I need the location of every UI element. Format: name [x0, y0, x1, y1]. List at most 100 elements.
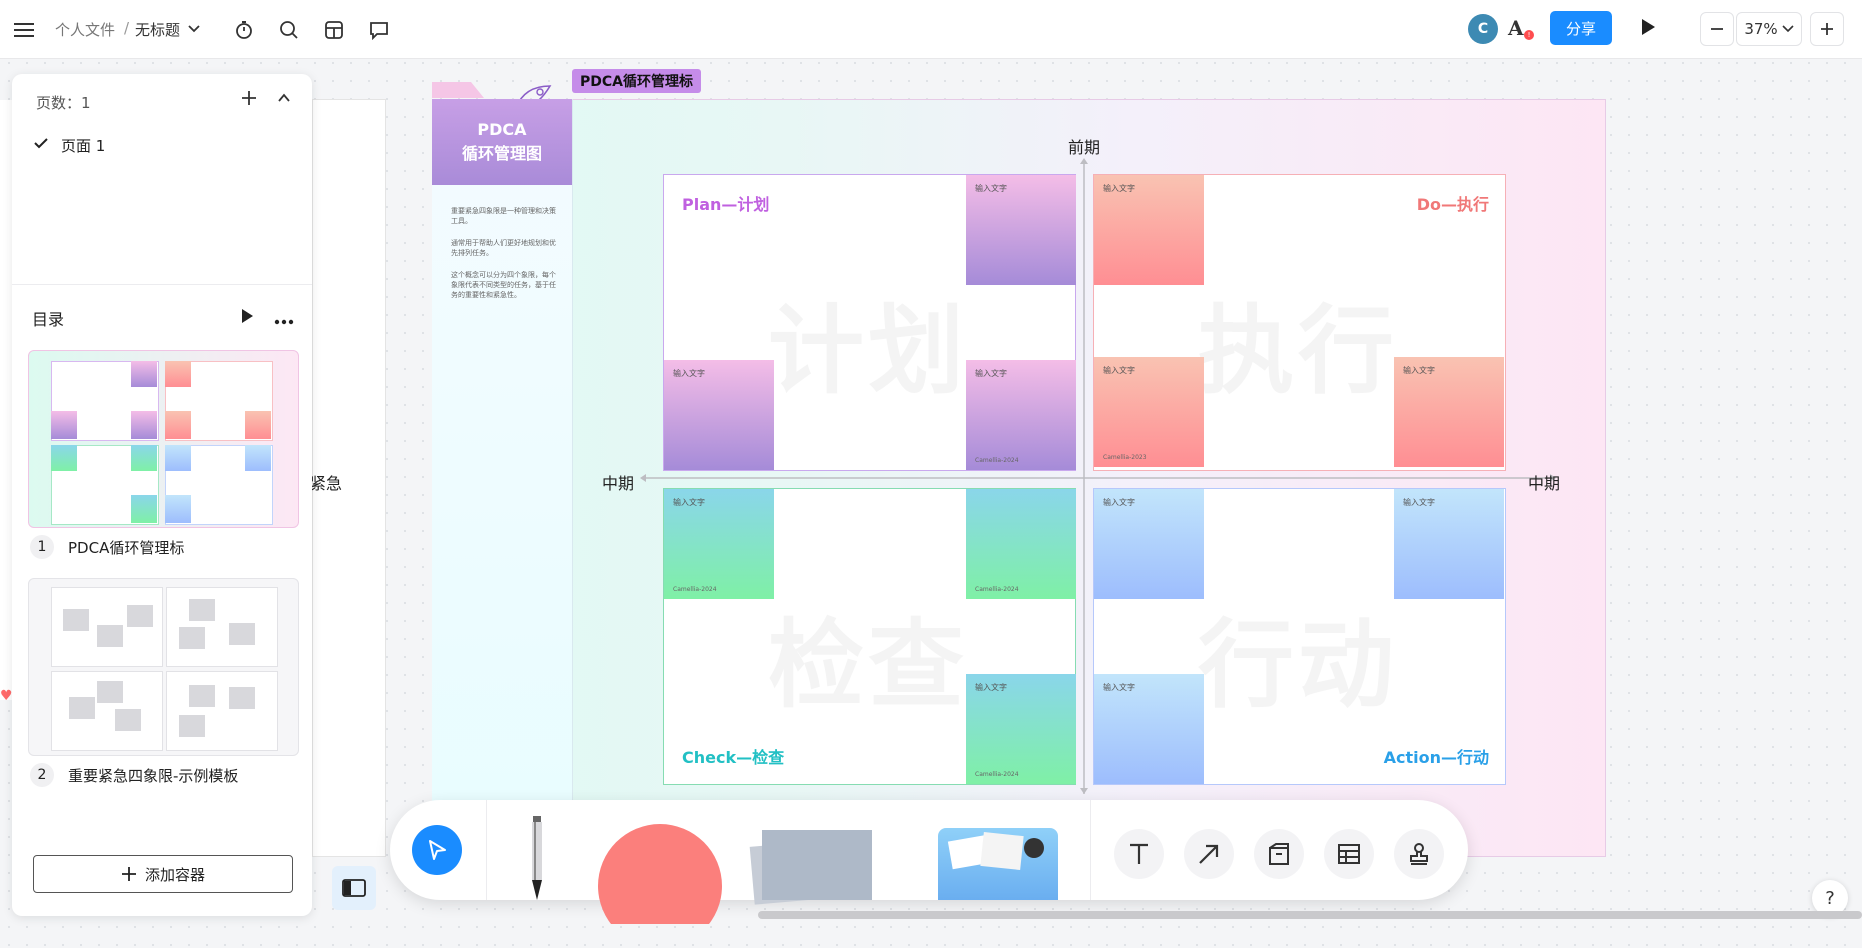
- chevron-down-icon: [1782, 25, 1794, 33]
- toc-title: 目录: [32, 310, 65, 329]
- sticky-note[interactable]: 输入文字 Camellia-2023: [1094, 357, 1204, 467]
- horizontal-scrollbar[interactable]: [758, 911, 1862, 919]
- note-signature: Camellia-2024: [673, 586, 717, 593]
- sticky-note[interactable]: 输入文字: [664, 360, 774, 470]
- quadrant-title-do: Do—执行: [1416, 195, 1489, 214]
- collapse-chevron-icon[interactable]: [277, 92, 291, 108]
- pen-tool-icon[interactable]: [530, 816, 544, 900]
- stamp-tool-icon[interactable]: [1394, 829, 1444, 879]
- chevron-down-icon[interactable]: [188, 22, 200, 38]
- breadcrumb-parent[interactable]: 个人文件: [55, 19, 115, 40]
- material-library-icon[interactable]: [938, 828, 1058, 900]
- sticky-note[interactable]: 输入文字 Camellia-2024: [966, 674, 1076, 784]
- toc-item-number: 2: [30, 763, 54, 787]
- breadcrumb-separator: /: [124, 19, 130, 37]
- plus-icon: [121, 867, 136, 881]
- sticky-note[interactable]: 输入文字: [1094, 175, 1204, 285]
- note-signature: Camellia-2024: [975, 457, 1019, 464]
- quadrant-do[interactable]: 执行 Do—执行 输入文字 输入文字 Camellia-2023 输入文字: [1093, 174, 1506, 471]
- quadrant-title-action: Action—行动: [1383, 748, 1489, 767]
- offscreen-label: 紧急: [310, 474, 343, 493]
- quadrant-title-plan: Plan—计划: [682, 195, 770, 214]
- zoom-level-value: 37%: [1744, 20, 1778, 38]
- frame-tool-icon[interactable]: [1254, 829, 1304, 879]
- note-text: 输入文字: [1103, 184, 1135, 193]
- add-container-button[interactable]: 添加容器: [33, 855, 293, 893]
- sticky-note-tool-icon[interactable]: [749, 826, 872, 905]
- sticky-note[interactable]: Camellia-2024: [966, 489, 1076, 599]
- note-text: 输入文字: [673, 498, 705, 507]
- header-tab: [432, 82, 484, 98]
- pages-sidebar: 页数：1 页面 1 目录 1 PDCA循环管理标 2 重要紧急四象限-示例模板 …: [12, 74, 312, 916]
- bottom-toolbar: [390, 800, 1468, 924]
- menu-icon[interactable]: [12, 18, 36, 42]
- pdca-header-card[interactable]: PDCA 循环管理图: [432, 99, 572, 185]
- table-tool-icon[interactable]: [1324, 829, 1374, 879]
- watermark-action: 行动: [1198, 587, 1398, 726]
- quadrant-action[interactable]: 行动 Action—行动 输入文字 输入文字 输入文字: [1093, 488, 1506, 785]
- note-text: 输入文字: [1403, 498, 1435, 507]
- quadrant-plan[interactable]: 计划 Plan—计划 输入文字 输入文字 输入文字 Camellia-2024: [663, 174, 1076, 471]
- divider: [12, 284, 312, 285]
- axis-label-top: 前期: [1068, 138, 1101, 157]
- toc-thumbnail-1[interactable]: [28, 350, 299, 528]
- note-text: 输入文字: [975, 683, 1007, 692]
- avatar[interactable]: C: [1468, 14, 1498, 44]
- axis-label-left: 中期: [602, 474, 635, 493]
- header-line1: PDCA: [477, 120, 527, 139]
- document-title[interactable]: 无标题: [135, 19, 180, 40]
- shape-tool-icon[interactable]: [598, 824, 722, 924]
- toc-item-label[interactable]: 重要紧急四象限-示例模板: [68, 765, 238, 786]
- quadrant-title-check: Check—检查: [682, 748, 785, 767]
- comment-icon[interactable]: [367, 18, 391, 42]
- note-signature: Camellia-2024: [975, 586, 1019, 593]
- note-text: 输入文字: [975, 369, 1007, 378]
- note-text: 输入文字: [975, 184, 1007, 193]
- present-play-icon[interactable]: [1640, 18, 1656, 40]
- zoom-in-button[interactable]: [1810, 12, 1844, 46]
- toc-item-label[interactable]: PDCA循环管理标: [68, 537, 184, 558]
- play-icon[interactable]: [240, 308, 254, 328]
- toc-item-number: 1: [30, 535, 54, 559]
- sticky-note[interactable]: 输入文字: [1394, 357, 1504, 467]
- add-container-label: 添加容器: [144, 865, 205, 884]
- timer-icon[interactable]: [232, 18, 256, 42]
- template-icon[interactable]: [322, 18, 346, 42]
- sticky-note[interactable]: 输入文字: [966, 175, 1076, 285]
- description-3: 这个概念可以分为四个象限，每个象限代表不同类型的任务，基于任务的重要性和紧急性。: [451, 271, 556, 299]
- note-text: 输入文字: [1103, 683, 1135, 692]
- watermark-do: 执行: [1198, 273, 1398, 412]
- note-text: 输入文字: [1103, 498, 1135, 507]
- sticky-note[interactable]: 输入文字 Camellia-2024: [966, 360, 1076, 470]
- share-button[interactable]: 分享: [1550, 11, 1612, 45]
- toc-thumbnail-2[interactable]: [28, 578, 299, 756]
- note-text: 输入文字: [1403, 366, 1435, 375]
- frame-title[interactable]: PDCA循环管理标: [572, 69, 701, 93]
- heart-icon: ♥: [0, 688, 13, 704]
- add-page-icon[interactable]: [241, 90, 257, 110]
- select-tool-icon[interactable]: [412, 825, 462, 875]
- quadrant-check[interactable]: 检查 Check—检查 输入文字 Camellia-2024 Camellia-2…: [663, 488, 1076, 785]
- zoom-out-button[interactable]: [1700, 12, 1734, 46]
- note-text: 输入文字: [1103, 366, 1135, 375]
- note-text: 输入文字: [673, 369, 705, 378]
- watermark-plan: 计划: [768, 273, 968, 412]
- connector-arrow-icon[interactable]: [1184, 829, 1234, 879]
- description-2: 通常用于帮助人们更好地规划和优先排列任务。: [451, 239, 556, 257]
- header-line2: 循环管理图: [461, 144, 542, 163]
- sidebar-toggle-icon[interactable]: [332, 866, 376, 910]
- sticky-note[interactable]: 输入文字: [1394, 489, 1504, 599]
- page-count-label: 页数：1: [36, 94, 91, 112]
- page-item-1[interactable]: 页面 1: [61, 135, 105, 156]
- description-1: 重要紧急四象限是一种管理和决策工具。: [451, 207, 556, 225]
- top-bar: 个人文件 / 无标题 C A ! 分享 37%: [0, 0, 1862, 59]
- search-icon[interactable]: [277, 18, 301, 42]
- text-tool-icon[interactable]: [1114, 829, 1164, 879]
- sticky-note[interactable]: 输入文字: [1094, 489, 1204, 599]
- font-style-icon[interactable]: A !: [1508, 16, 1534, 42]
- sticky-note[interactable]: 输入文字 Camellia-2024: [664, 489, 774, 599]
- zoom-level-select[interactable]: 37%: [1736, 12, 1802, 46]
- more-options-icon[interactable]: [274, 313, 294, 329]
- sticky-note[interactable]: 输入文字: [1094, 674, 1204, 784]
- axis-label-right: 中期: [1528, 474, 1561, 493]
